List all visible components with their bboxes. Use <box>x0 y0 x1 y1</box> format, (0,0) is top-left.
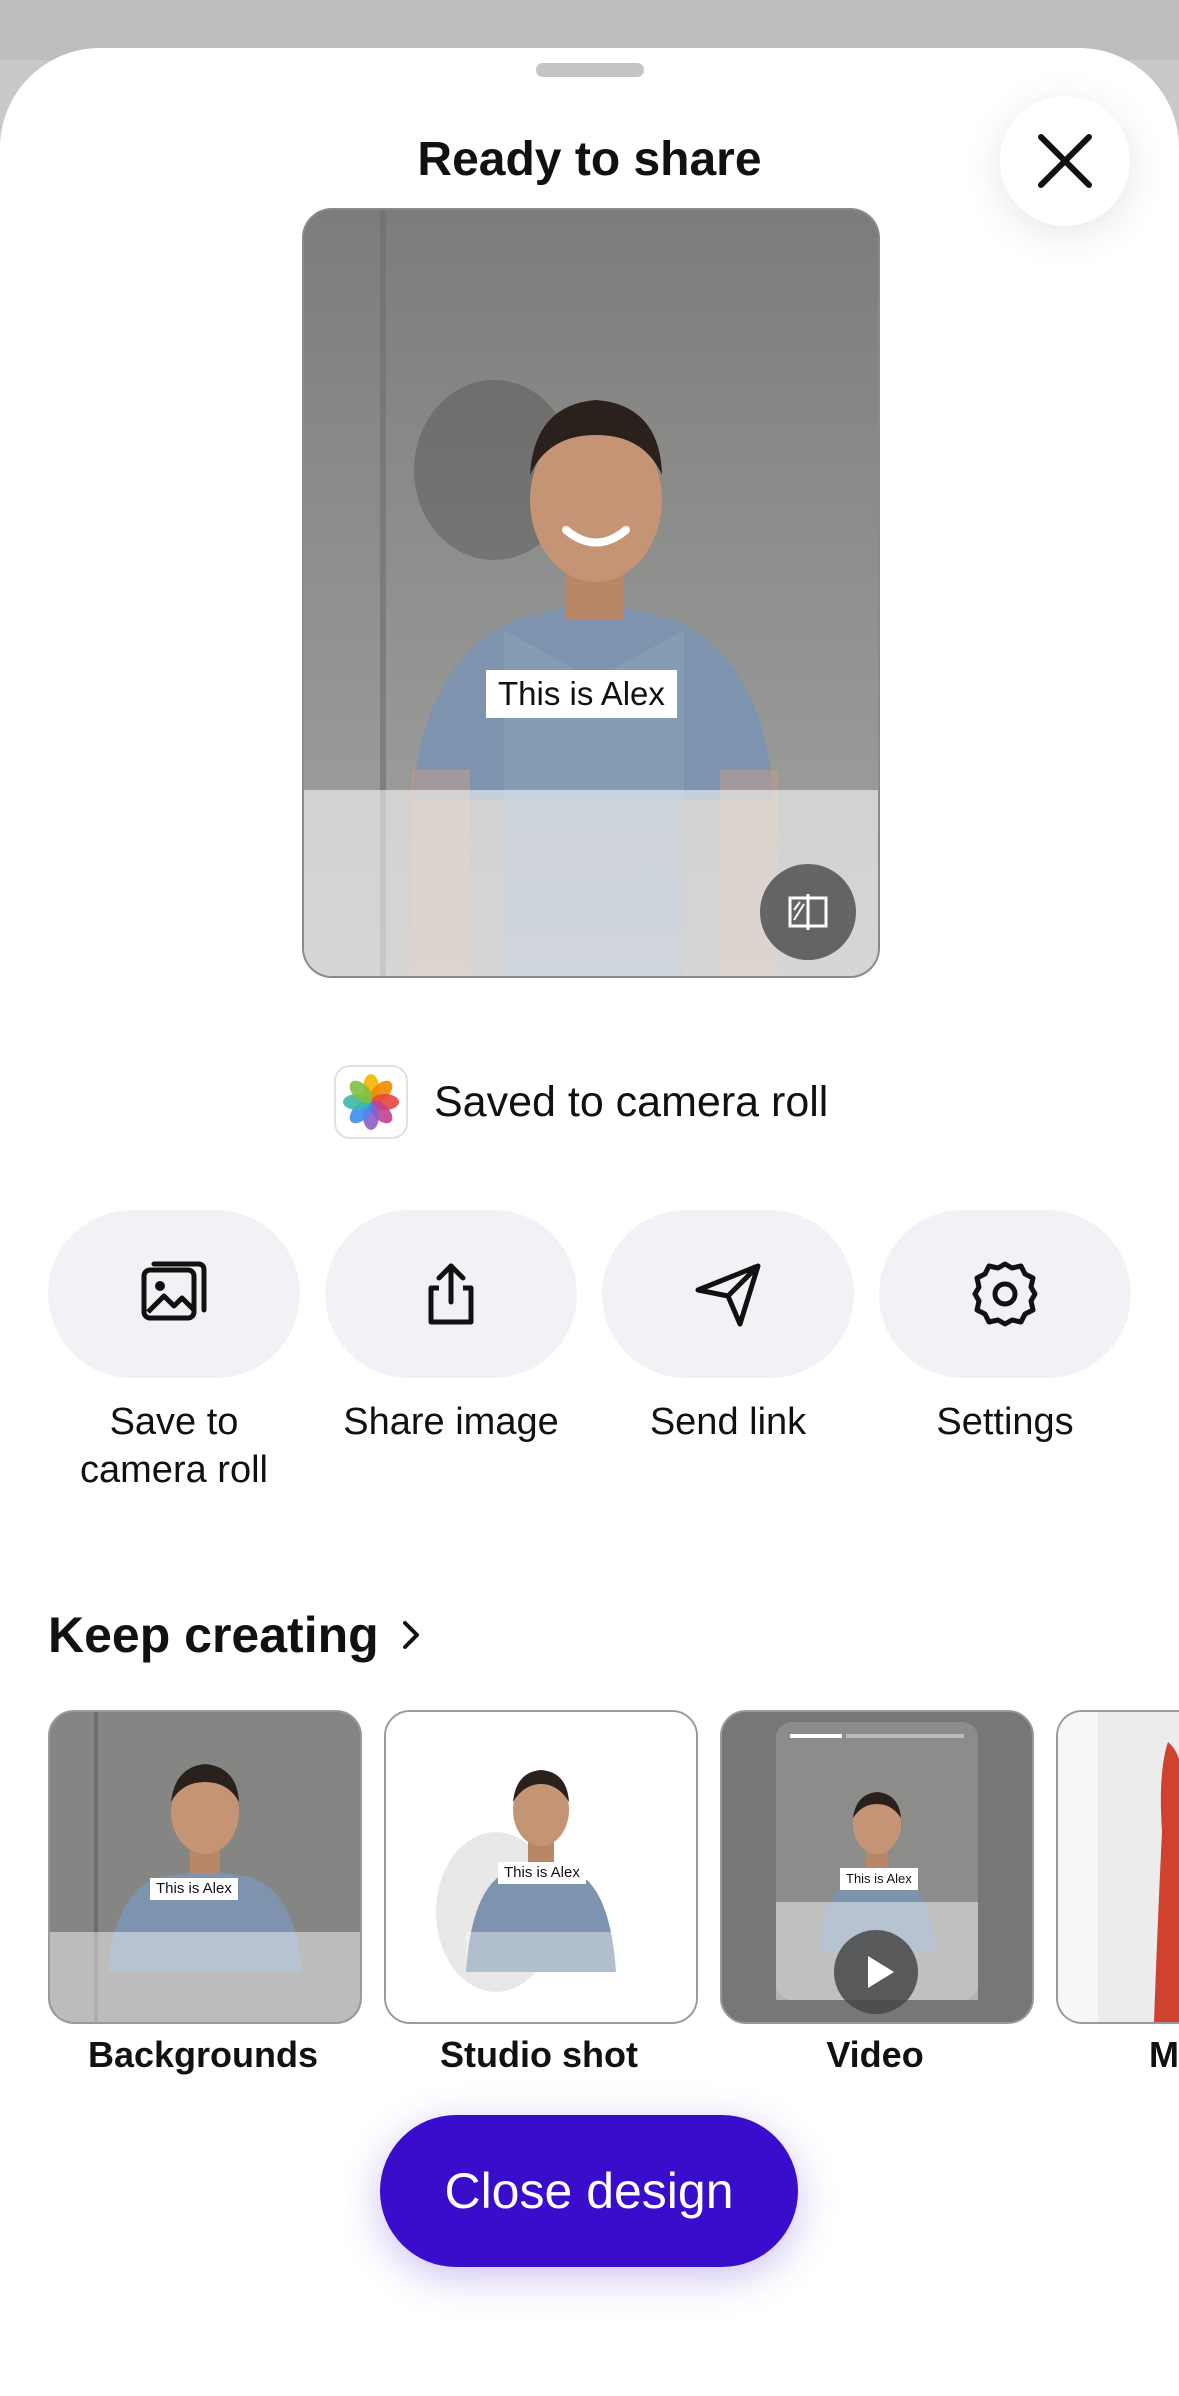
saved-status: Saved to camera roll <box>334 1065 828 1139</box>
more-card[interactable] <box>1056 1710 1179 2024</box>
more-card-label-text: M <box>1149 2034 1179 2075</box>
close-button[interactable] <box>1000 96 1130 226</box>
design-preview[interactable]: This is Alex <box>302 208 880 978</box>
send-link-button[interactable]: Send link <box>602 1210 854 1446</box>
saved-status-text: Saved to camera roll <box>434 1077 829 1126</box>
share-icon <box>428 1263 474 1325</box>
gear-icon <box>972 1261 1038 1327</box>
close-icon <box>1038 134 1092 188</box>
share-action-circle[interactable] <box>325 1210 577 1378</box>
caption-tag: This is Alex <box>486 670 677 718</box>
chevron-right-icon <box>402 1621 419 1649</box>
share-image-button[interactable]: Share image <box>325 1210 577 1446</box>
keep-creating-link[interactable]: Keep creating <box>48 1606 423 1664</box>
share-image-label: Share image <box>343 1401 559 1443</box>
photos-app-icon <box>334 1065 408 1139</box>
save-to-camera-roll-label: Save to camera roll <box>80 1401 268 1491</box>
settings-action-circle[interactable] <box>879 1210 1131 1378</box>
more-card-thumbnail <box>1058 1712 1179 2022</box>
close-design-button[interactable]: Close design <box>380 2115 798 2267</box>
settings-label: Settings <box>936 1401 1074 1443</box>
settings-button[interactable]: Settings <box>879 1210 1131 1446</box>
save-to-camera-roll-button[interactable]: Save to camera roll <box>48 1210 300 1494</box>
backgrounds-thumbnail <box>50 1712 360 2022</box>
studio-shot-card-tag: This is Alex <box>498 1862 586 1884</box>
video-card-tag: This is Alex <box>840 1868 918 1890</box>
sheet-grabber[interactable] <box>536 63 644 77</box>
backgrounds-label: Backgrounds <box>87 2034 319 2075</box>
send-link-label: Send link <box>649 1401 807 1443</box>
compare-button[interactable] <box>760 864 856 960</box>
backgrounds-card-tag: This is Alex <box>150 1878 238 1900</box>
video-card[interactable]: This is Alex <box>720 1710 1034 2024</box>
play-icon <box>868 1956 894 1988</box>
studio-shot-label: Studio shot <box>440 2034 638 2075</box>
send-icon <box>695 1263 761 1327</box>
more-card-label: M <box>1056 2034 1179 2076</box>
video-label: Video <box>826 2034 924 2075</box>
backgrounds-card[interactable]: This is Alex <box>48 1710 362 2024</box>
keep-creating-heading: Keep creating <box>48 1607 379 1663</box>
play-button[interactable] <box>834 1930 918 2014</box>
gallery-icon <box>141 1261 207 1321</box>
send-action-circle[interactable] <box>602 1210 854 1378</box>
save-action-circle[interactable] <box>48 1210 300 1378</box>
studio-shot-card[interactable]: This is Alex <box>384 1710 698 2024</box>
compare-icon <box>788 894 828 930</box>
